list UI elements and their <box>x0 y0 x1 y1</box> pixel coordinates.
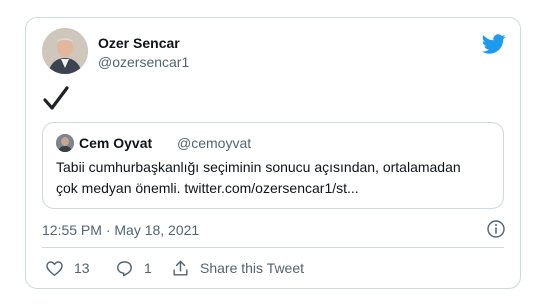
like-count: 13 <box>74 260 90 276</box>
share-icon <box>173 260 188 276</box>
tweet-embed-card: Ozer Sencar @ozersencar1 Cem Oyvat @cemo… <box>25 17 521 289</box>
quoted-author-handle: @cemoyvat <box>177 135 252 151</box>
quoted-author-name: Cem Oyvat <box>79 135 153 151</box>
heart-icon <box>46 260 63 276</box>
share-button[interactable]: Share this Tweet <box>171 258 304 278</box>
divider <box>42 247 504 248</box>
like-button[interactable]: 13 <box>45 258 90 278</box>
share-label: Share this Tweet <box>200 260 305 276</box>
reply-icon <box>117 260 132 276</box>
author-name[interactable]: Ozer Sencar <box>98 35 180 51</box>
author-avatar[interactable] <box>42 28 88 74</box>
quoted-tweet[interactable]: Cem Oyvat @cemoyvat Tabii cumhurbaşkanlı… <box>42 122 504 209</box>
tweet-timestamp[interactable]: 12:55 PM · May 18, 2021 <box>42 222 199 238</box>
twitter-logo-icon[interactable] <box>482 32 506 56</box>
check-mark-icon <box>43 86 69 110</box>
quoted-author-avatar <box>56 134 74 152</box>
author-handle[interactable]: @ozersencar1 <box>98 54 189 70</box>
info-icon[interactable] <box>486 219 506 239</box>
quoted-text-line: Tabii cumhurbaşkanlığı seçiminin sonucu … <box>56 159 461 175</box>
reply-count: 1 <box>144 260 152 276</box>
reply-button[interactable]: 1 <box>115 258 152 278</box>
quoted-text-line: çok medyan önemli. twitter.com/ozersenca… <box>56 180 359 196</box>
